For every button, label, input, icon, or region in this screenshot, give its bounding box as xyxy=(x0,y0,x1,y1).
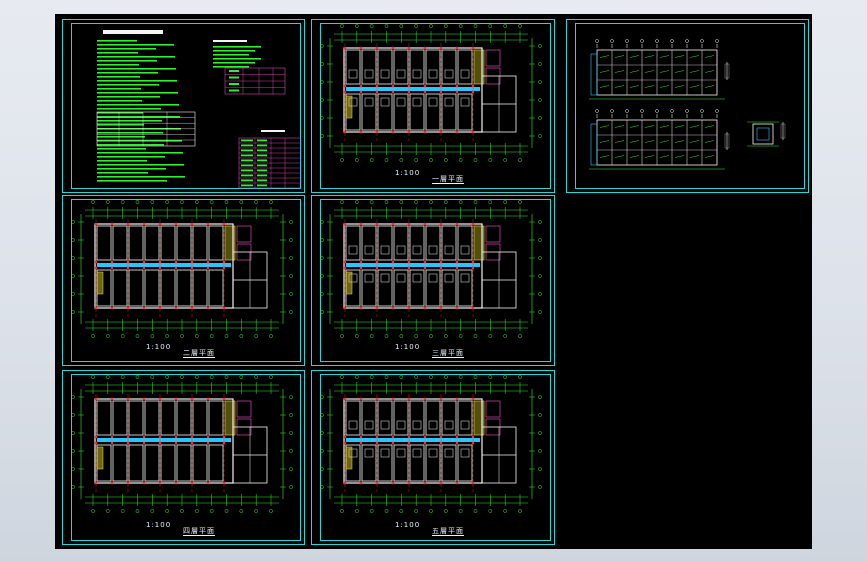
floor-plan-sheet-1[interactable]: 1:100 一層平面 xyxy=(311,19,555,193)
floor-plan-drawing xyxy=(320,24,542,162)
elevation-drawing xyxy=(589,39,786,170)
scale-label: 1:100 xyxy=(395,343,421,351)
floor-plan-drawing xyxy=(320,200,542,338)
floor-plan-sheet-2[interactable]: 1:100 二層平面 xyxy=(62,195,305,366)
floor-plan-drawing xyxy=(71,200,293,338)
drawing-title: 一層平面 xyxy=(432,175,464,184)
scale-label: 1:100 xyxy=(395,169,421,177)
floor-plan-sheet-4[interactable]: 1:100 四層平面 xyxy=(62,370,305,545)
drawing-title: 三層平面 xyxy=(432,349,464,358)
drawing-title: 四層平面 xyxy=(183,527,215,536)
floor-plan-sheet-3[interactable]: 1:100 三層平面 xyxy=(311,195,555,366)
floor-plan-drawing xyxy=(320,375,542,513)
floor-plan-sheet-5[interactable]: 1:100 五層平面 xyxy=(311,370,555,545)
design-notes-drawing xyxy=(96,30,302,189)
drawing-title: 二層平面 xyxy=(183,349,215,358)
design-notes-sheet[interactable] xyxy=(62,19,305,193)
drawing-title: 五層平面 xyxy=(432,527,464,536)
scale-label: 1:100 xyxy=(146,521,172,529)
floor-plan-drawing xyxy=(71,375,293,513)
elevation-detail-sheet[interactable] xyxy=(566,19,809,193)
cad-drawing-viewport[interactable]: 1:100 一層平面 1:100 二層平面 1:100 三層平面 1:100 四… xyxy=(55,14,812,549)
scale-label: 1:100 xyxy=(395,521,421,529)
scale-label: 1:100 xyxy=(146,343,172,351)
